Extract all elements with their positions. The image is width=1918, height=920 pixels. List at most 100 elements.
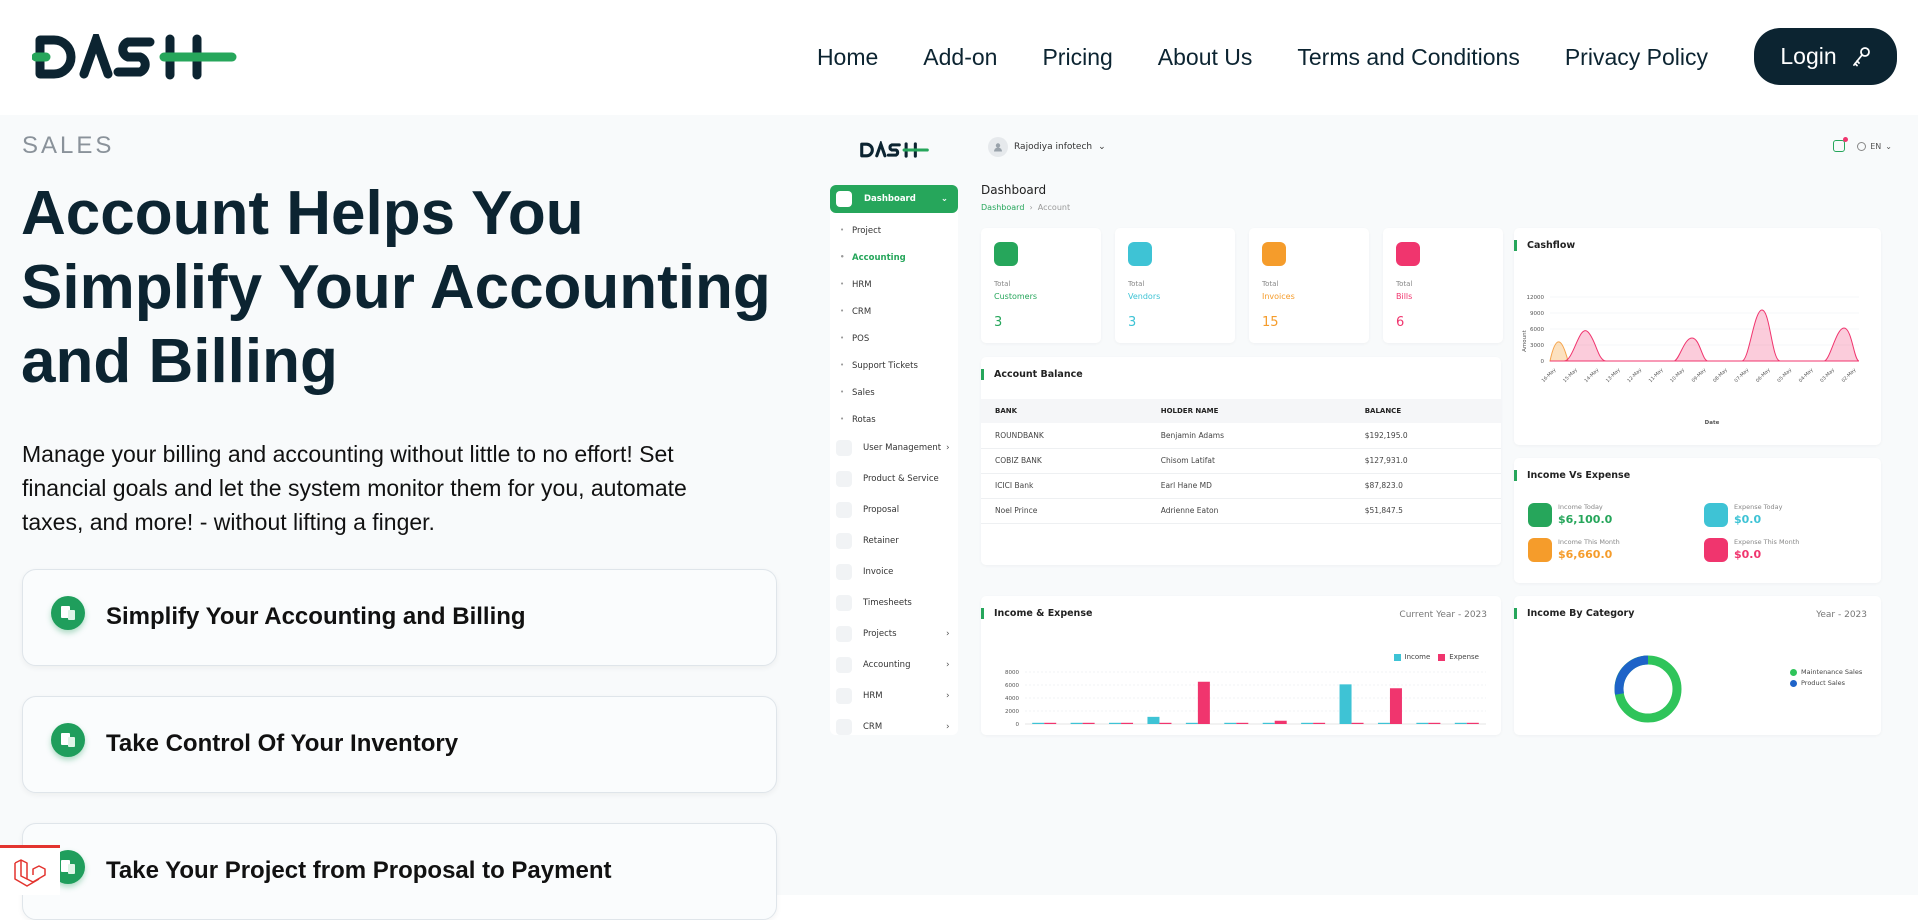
notification-icon[interactable] [1833, 137, 1849, 152]
expense-bar[interactable] [1428, 722, 1441, 724]
income-bar[interactable] [1454, 722, 1467, 724]
sidebar-sub-hrm[interactable]: HRM [840, 280, 871, 290]
cashflow-area-expense [1550, 309, 1860, 362]
laravel-badge[interactable] [0, 845, 60, 895]
income-bar[interactable] [1262, 722, 1275, 724]
sidebar-item-label: Retainer [863, 536, 899, 546]
nav-privacy-link[interactable]: Privacy Policy [1565, 44, 1708, 71]
stat-card-vendors[interactable]: Total Vendors 3 [1115, 228, 1235, 343]
cashflow-chart: Amount 12000 9000 6000 3000 0 Date 16-Ma… [1522, 295, 1860, 426]
expense-bar[interactable] [1313, 722, 1326, 724]
sidebar-item-label: HRM [863, 691, 883, 701]
sidebar-item-invoice[interactable]: Invoice [836, 564, 893, 580]
panel-title: Income Vs Expense [1514, 470, 1630, 481]
sidebar-sub-sales[interactable]: Sales [840, 388, 874, 398]
company-switcher[interactable]: Rajodiya infotech ⌄ [988, 137, 1106, 157]
income-bar[interactable] [1070, 722, 1083, 724]
expense-bar[interactable] [1159, 722, 1172, 724]
income-bar[interactable] [1032, 722, 1045, 724]
nav-home-link[interactable]: Home [817, 44, 878, 71]
sidebar-item-label: CRM [863, 722, 883, 732]
home-icon [836, 191, 852, 207]
brand-logo[interactable] [32, 34, 237, 80]
stat-card-invoices[interactable]: Total Invoices 15 [1249, 228, 1369, 343]
y-tick-label: 8000 [1005, 670, 1019, 676]
sidebar-item-label: Proposal [863, 505, 900, 515]
expense-bar[interactable] [1121, 722, 1134, 724]
sidebar-item-user-management[interactable]: User Management › [836, 440, 950, 456]
income-bar[interactable] [1185, 722, 1198, 724]
legend-item[interactable]: Product Sales [1790, 679, 1862, 687]
hero-section: SALES Account Helps You Simplify Your Ac… [0, 115, 1918, 920]
clock-icon [836, 595, 852, 611]
expense-bar[interactable] [1197, 681, 1210, 724]
expense-bar[interactable] [1389, 688, 1402, 724]
sidebar-item-product-service[interactable]: Product & Service [836, 471, 939, 487]
y-tick-label: 2000 [1005, 709, 1019, 715]
column-header: BALANCE [1350, 399, 1501, 423]
table-row: ICICI Bank Earl Hane MD $87,823.0 [981, 473, 1501, 499]
sidebar-item-projects[interactable]: Projects › [836, 626, 950, 642]
nav-addon-link[interactable]: Add-on [923, 44, 997, 71]
nav-about-link[interactable]: About Us [1158, 44, 1253, 71]
stat-label: Total [1128, 280, 1145, 288]
expense-bar[interactable] [1044, 722, 1057, 724]
income-bar[interactable] [1224, 722, 1237, 724]
income-bar[interactable] [1301, 722, 1314, 724]
feature-card-inventory[interactable]: Take Control Of Your Inventory [22, 696, 777, 793]
sidebar-item-accounting[interactable]: Accounting › [836, 657, 950, 673]
column-header: HOLDER NAME [1146, 399, 1351, 423]
sidebar-sub-project[interactable]: Project [840, 226, 881, 236]
breadcrumb-item[interactable]: Dashboard [981, 203, 1024, 212]
sidebar-item-hrm[interactable]: HRM › [836, 688, 950, 704]
expense-bar[interactable] [1274, 720, 1287, 724]
x-tick-label: 16-May [1541, 367, 1558, 384]
login-button[interactable]: Login [1754, 28, 1897, 85]
stat-card-bills[interactable]: Total Bills 6 [1383, 228, 1503, 343]
stat-label: Bills [1396, 292, 1413, 301]
account-balance-panel: Account Balance BANK HOLDER NAME BALANCE… [981, 357, 1501, 565]
avatar [988, 137, 1008, 157]
income-bar[interactable] [1147, 716, 1160, 724]
sidebar-item-label: Product & Service [863, 474, 939, 484]
sidebar-sub-crm[interactable]: CRM [840, 307, 871, 317]
sidebar-item-crm[interactable]: CRM › [836, 719, 950, 735]
income-bar[interactable] [1416, 722, 1429, 724]
sidebar-item-timesheets[interactable]: Timesheets [836, 595, 912, 611]
feature-card-projects[interactable]: Take Your Project from Proposal to Payme… [22, 823, 777, 920]
sidebar-item-label: Projects [863, 629, 897, 639]
expense-bar[interactable] [1351, 722, 1364, 724]
income-bar[interactable] [1377, 722, 1390, 724]
income-bar[interactable] [1109, 722, 1122, 724]
x-tick-label: 09-May [1691, 367, 1708, 384]
stat-label: Invoices [1262, 292, 1295, 301]
chevron-right-icon: › [946, 722, 950, 732]
income-by-category-donut [1614, 655, 1682, 723]
income-expense-chart: 8000 6000 4000 2000 0 [1005, 670, 1486, 728]
nav-pricing-link[interactable]: Pricing [1042, 44, 1112, 71]
income-bar[interactable] [1339, 684, 1352, 724]
language-switcher[interactable]: EN ⌄ [1857, 141, 1892, 151]
sidebar-sub-rotas[interactable]: Rotas [840, 415, 876, 425]
sidebar-sub-pos[interactable]: POS [840, 334, 869, 344]
table-cell: $87,823.0 [1350, 473, 1501, 499]
sidebar-sub-support-tickets[interactable]: Support Tickets [840, 361, 918, 371]
chevron-right-icon: › [946, 691, 950, 701]
x-tick-label: 06-May [1755, 367, 1772, 384]
sidebar-item-dashboard[interactable]: Dashboard ⌄ [830, 185, 958, 213]
expense-bar[interactable] [1466, 722, 1479, 724]
table-cell: ICICI Bank [981, 473, 1147, 499]
sidebar-item-retainer[interactable]: Retainer [836, 533, 899, 549]
hero-headline: Account Helps You Simplify Your Accounti… [21, 177, 791, 399]
x-tick-label: 15-May [1562, 367, 1579, 384]
stat-card-customers[interactable]: Total Customers 3 [981, 228, 1101, 343]
feature-card-accounting[interactable]: Simplify Your Accounting and Billing [22, 569, 777, 666]
proposal-icon [836, 502, 852, 518]
sidebar-sub-accounting[interactable]: Accounting [840, 253, 906, 263]
expense-bar[interactable] [1082, 722, 1095, 724]
nav-terms-link[interactable]: Terms and Conditions [1297, 44, 1519, 71]
expense-bar[interactable] [1236, 722, 1249, 724]
legend-item[interactable]: Maintenance Sales [1790, 668, 1862, 676]
sidebar-item-proposal[interactable]: Proposal [836, 502, 899, 518]
key-icon [1852, 46, 1870, 66]
